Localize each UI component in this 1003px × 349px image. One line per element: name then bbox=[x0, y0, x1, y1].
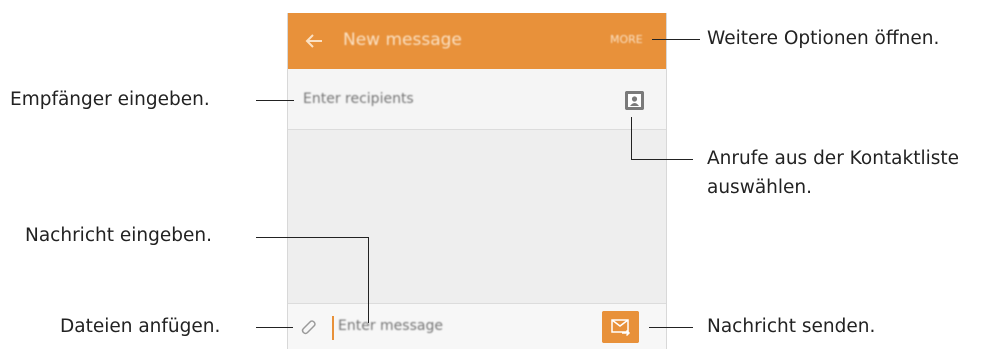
callout-line-send bbox=[649, 327, 693, 329]
callout-enter-message: Nachricht eingeben. bbox=[25, 225, 212, 246]
contact-icon[interactable] bbox=[625, 91, 644, 110]
callout-line-message-h bbox=[256, 237, 369, 239]
recipients-input[interactable] bbox=[303, 91, 563, 107]
message-input[interactable] bbox=[338, 318, 568, 334]
callout-line-attach bbox=[256, 327, 293, 329]
callout-line-contacts-v bbox=[631, 117, 633, 160]
callout-enter-recipients: Empfänger eingeben. bbox=[10, 89, 210, 110]
callout-line-message-v bbox=[368, 237, 370, 323]
more-button[interactable]: MORE bbox=[610, 33, 643, 46]
recipients-bar bbox=[288, 69, 666, 130]
callout-contacts-line1: Anrufe aus der Kontaktliste bbox=[707, 148, 960, 169]
paperclip-icon[interactable] bbox=[298, 317, 318, 337]
callout-more-options: Weitere Optionen öffnen. bbox=[707, 28, 940, 49]
callout-contacts-line2: auswählen. bbox=[707, 177, 813, 198]
callout-line-more bbox=[652, 39, 700, 41]
arrow-left-icon[interactable] bbox=[302, 29, 326, 53]
callout-line-recipients bbox=[256, 100, 294, 102]
envelope-send-icon[interactable] bbox=[602, 311, 639, 343]
message-composer bbox=[288, 303, 666, 349]
screen-title: New message bbox=[343, 30, 462, 50]
app-bar: New message MORE bbox=[288, 13, 666, 69]
callout-send-message: Nachricht senden. bbox=[707, 316, 876, 337]
text-cursor bbox=[332, 316, 334, 340]
phone-screen: New message MORE bbox=[287, 13, 667, 349]
callout-line-contacts-h bbox=[631, 159, 693, 161]
callout-attach-files: Dateien anfügen. bbox=[60, 316, 221, 337]
